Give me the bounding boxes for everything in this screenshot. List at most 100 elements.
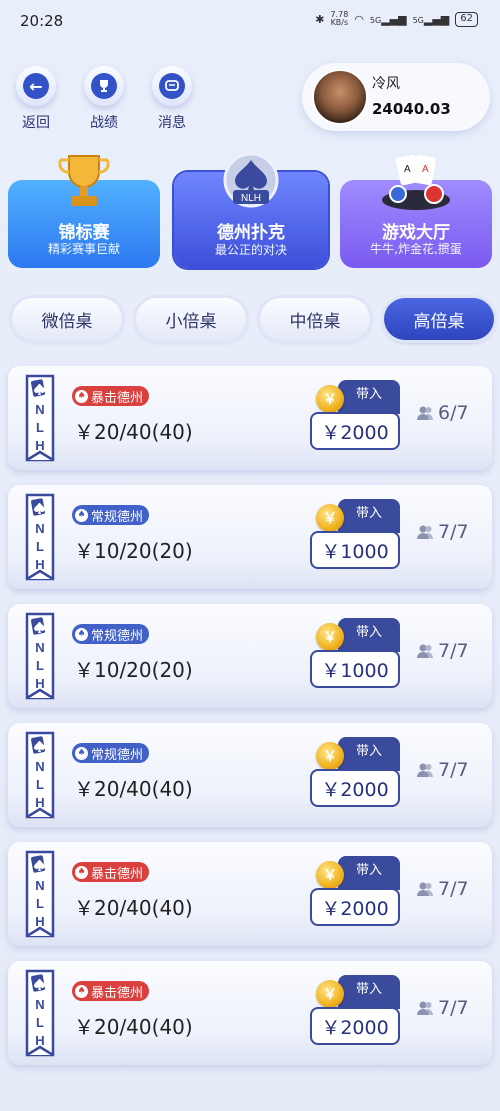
buyin-label: 带入 bbox=[338, 737, 400, 771]
svg-text:H: H bbox=[35, 914, 44, 929]
yuan-coin-icon: ￥ bbox=[316, 980, 344, 1008]
buyin-panel[interactable]: 带入 ￥ ￥2000 bbox=[310, 380, 400, 460]
room-type-label: 常规德州 bbox=[91, 747, 144, 763]
blinds-stakes: ￥20/40(40) bbox=[74, 896, 193, 920]
yuan-coin-icon: ￥ bbox=[316, 623, 344, 651]
buyin-label: 带入 bbox=[338, 618, 400, 652]
svg-text:N: N bbox=[35, 521, 44, 536]
room-row[interactable]: N L H ♠ 常规德州 ￥10/20(20) 带入 ￥ ￥1000 7/7 bbox=[8, 604, 492, 708]
room-type-label: 暴击德州 bbox=[91, 390, 144, 406]
buyin-amount: ￥2000 bbox=[310, 769, 400, 807]
buyin-panel[interactable]: 带入 ￥ ￥1000 bbox=[310, 499, 400, 579]
yuan-coin-icon: ￥ bbox=[316, 742, 344, 770]
svg-text:H: H bbox=[35, 1033, 44, 1048]
blinds-stakes: ￥20/40(40) bbox=[74, 1015, 193, 1039]
svg-text:L: L bbox=[36, 777, 44, 792]
records-button[interactable]: 战绩 bbox=[82, 66, 126, 132]
nlh-banner-icon: N L H bbox=[25, 969, 55, 1057]
nlh-banner-icon: N L H bbox=[25, 612, 55, 700]
profile-card[interactable]: 冷风 24040.03 bbox=[302, 63, 490, 131]
svg-text:H: H bbox=[35, 438, 44, 453]
room-row[interactable]: N L H ♠ 常规德州 ￥20/40(40) 带入 ￥ ￥2000 7/7 bbox=[8, 723, 492, 827]
tab-high[interactable]: 高倍桌 bbox=[384, 298, 494, 340]
username: 冷风 bbox=[372, 76, 400, 92]
cards-and-chips-icon: A A bbox=[382, 154, 450, 210]
room-type-label: 常规德州 bbox=[91, 509, 144, 525]
buyin-amount: ￥2000 bbox=[310, 1007, 400, 1045]
bluetooth-icon: ✱ bbox=[315, 12, 325, 26]
room-row[interactable]: N L H ♠ 暴击德州 ￥20/40(40) 带入 ￥ ￥2000 7/7 bbox=[8, 961, 492, 1065]
tab-small[interactable]: 小倍桌 bbox=[136, 298, 246, 340]
balance: 24040.03 bbox=[372, 100, 451, 118]
tab-micro[interactable]: 微倍桌 bbox=[12, 298, 122, 340]
room-type-badge: ♠ 常规德州 bbox=[72, 505, 150, 525]
gold-trophy-icon bbox=[58, 155, 110, 206]
nlh-spade-badge-icon: NLH bbox=[223, 152, 279, 208]
nlh-banner-icon: N L H bbox=[25, 374, 55, 462]
svg-text:A: A bbox=[422, 164, 429, 175]
room-type-label: 暴击德州 bbox=[91, 985, 144, 1001]
room-type-badge: ♠ 常规德州 bbox=[72, 624, 150, 644]
blinds-stakes: ￥10/20(20) bbox=[74, 658, 193, 682]
texas-holdem-card[interactable]: NLH 德州扑克 最公正的对决 bbox=[174, 152, 328, 268]
yuan-coin-icon: ￥ bbox=[316, 861, 344, 889]
spade-icon: ♠ bbox=[75, 746, 88, 760]
spade-icon: ♠ bbox=[75, 865, 88, 879]
status-icons: ✱ 7.78 KB/s ◠ 5G▂▄▆ 5G▂▄▆ 62 bbox=[315, 11, 478, 27]
tab-medium[interactable]: 中倍桌 bbox=[260, 298, 370, 340]
svg-text:A: A bbox=[404, 164, 411, 175]
avatar[interactable] bbox=[312, 69, 368, 125]
room-type-label: 暴击德州 bbox=[91, 866, 144, 882]
player-count: 7/7 bbox=[416, 997, 469, 1019]
buyin-panel[interactable]: 带入 ￥ ￥2000 bbox=[310, 975, 400, 1055]
player-count: 7/7 bbox=[416, 640, 469, 662]
spade-icon: ♠ bbox=[75, 627, 88, 641]
room-row[interactable]: N L H ♠ 暴击德州 ￥20/40(40) 带入 ￥ ￥2000 6/7 bbox=[8, 366, 492, 470]
tournament-card[interactable]: 锦标赛 精彩赛事巨献 bbox=[8, 155, 160, 268]
buyin-amount: ￥2000 bbox=[310, 888, 400, 926]
room-list: N L H ♠ 暴击德州 ￥20/40(40) 带入 ￥ ￥2000 6/7 N… bbox=[8, 366, 492, 1080]
room-type-badge: ♠ 暴击德州 bbox=[72, 981, 150, 1001]
room-row[interactable]: N L H ♠ 暴击德州 ￥20/40(40) 带入 ￥ ￥2000 7/7 bbox=[8, 842, 492, 946]
game-lobby-card[interactable]: A A 游戏大厅 牛牛,炸金花,掼蛋 bbox=[340, 154, 492, 268]
player-count: 6/7 bbox=[416, 402, 469, 424]
player-count: 7/7 bbox=[416, 759, 469, 781]
users-icon bbox=[417, 882, 434, 896]
buyin-panel[interactable]: 带入 ￥ ￥2000 bbox=[310, 856, 400, 936]
messages-button[interactable]: 消息 bbox=[150, 66, 194, 132]
buyin-panel[interactable]: 带入 ￥ ￥2000 bbox=[310, 737, 400, 817]
clock: 20:28 bbox=[20, 12, 64, 30]
signal-icon-1: 5G▂▄▆ bbox=[369, 12, 407, 26]
network-speed: 7.78 KB/s bbox=[330, 10, 349, 27]
player-count: 7/7 bbox=[416, 521, 469, 543]
trophy-icon bbox=[91, 73, 117, 99]
nlh-banner-icon: N L H bbox=[25, 850, 55, 938]
nlh-banner-icon: N L H bbox=[25, 731, 55, 819]
svg-text:H: H bbox=[35, 795, 44, 810]
svg-text:N: N bbox=[35, 997, 44, 1012]
blinds-stakes: ￥20/40(40) bbox=[74, 420, 193, 444]
buyin-amount: ￥1000 bbox=[310, 531, 400, 569]
users-icon bbox=[417, 763, 434, 777]
buyin-panel[interactable]: 带入 ￥ ￥1000 bbox=[310, 618, 400, 698]
yuan-coin-icon: ￥ bbox=[316, 504, 344, 532]
back-button[interactable]: ← 返回 bbox=[14, 66, 58, 132]
nlh-badge-text: NLH bbox=[241, 193, 261, 204]
room-type-badge: ♠ 暴击德州 bbox=[72, 386, 150, 406]
users-icon bbox=[417, 406, 434, 420]
spade-icon: ♠ bbox=[75, 389, 88, 403]
wifi-icon: ◠ bbox=[354, 12, 364, 26]
users-icon bbox=[417, 1001, 434, 1015]
svg-text:L: L bbox=[36, 896, 44, 911]
spade-icon: ♠ bbox=[75, 984, 88, 998]
svg-text:L: L bbox=[36, 1015, 44, 1030]
buyin-label: 带入 bbox=[338, 380, 400, 414]
users-icon bbox=[417, 525, 434, 539]
svg-text:H: H bbox=[35, 676, 44, 691]
buyin-amount: ￥1000 bbox=[310, 650, 400, 688]
room-row[interactable]: N L H ♠ 常规德州 ￥10/20(20) 带入 ￥ ￥1000 7/7 bbox=[8, 485, 492, 589]
svg-text:N: N bbox=[35, 402, 44, 417]
yuan-coin-icon: ￥ bbox=[316, 385, 344, 413]
nlh-banner-icon: N L H bbox=[25, 493, 55, 581]
svg-text:L: L bbox=[36, 658, 44, 673]
